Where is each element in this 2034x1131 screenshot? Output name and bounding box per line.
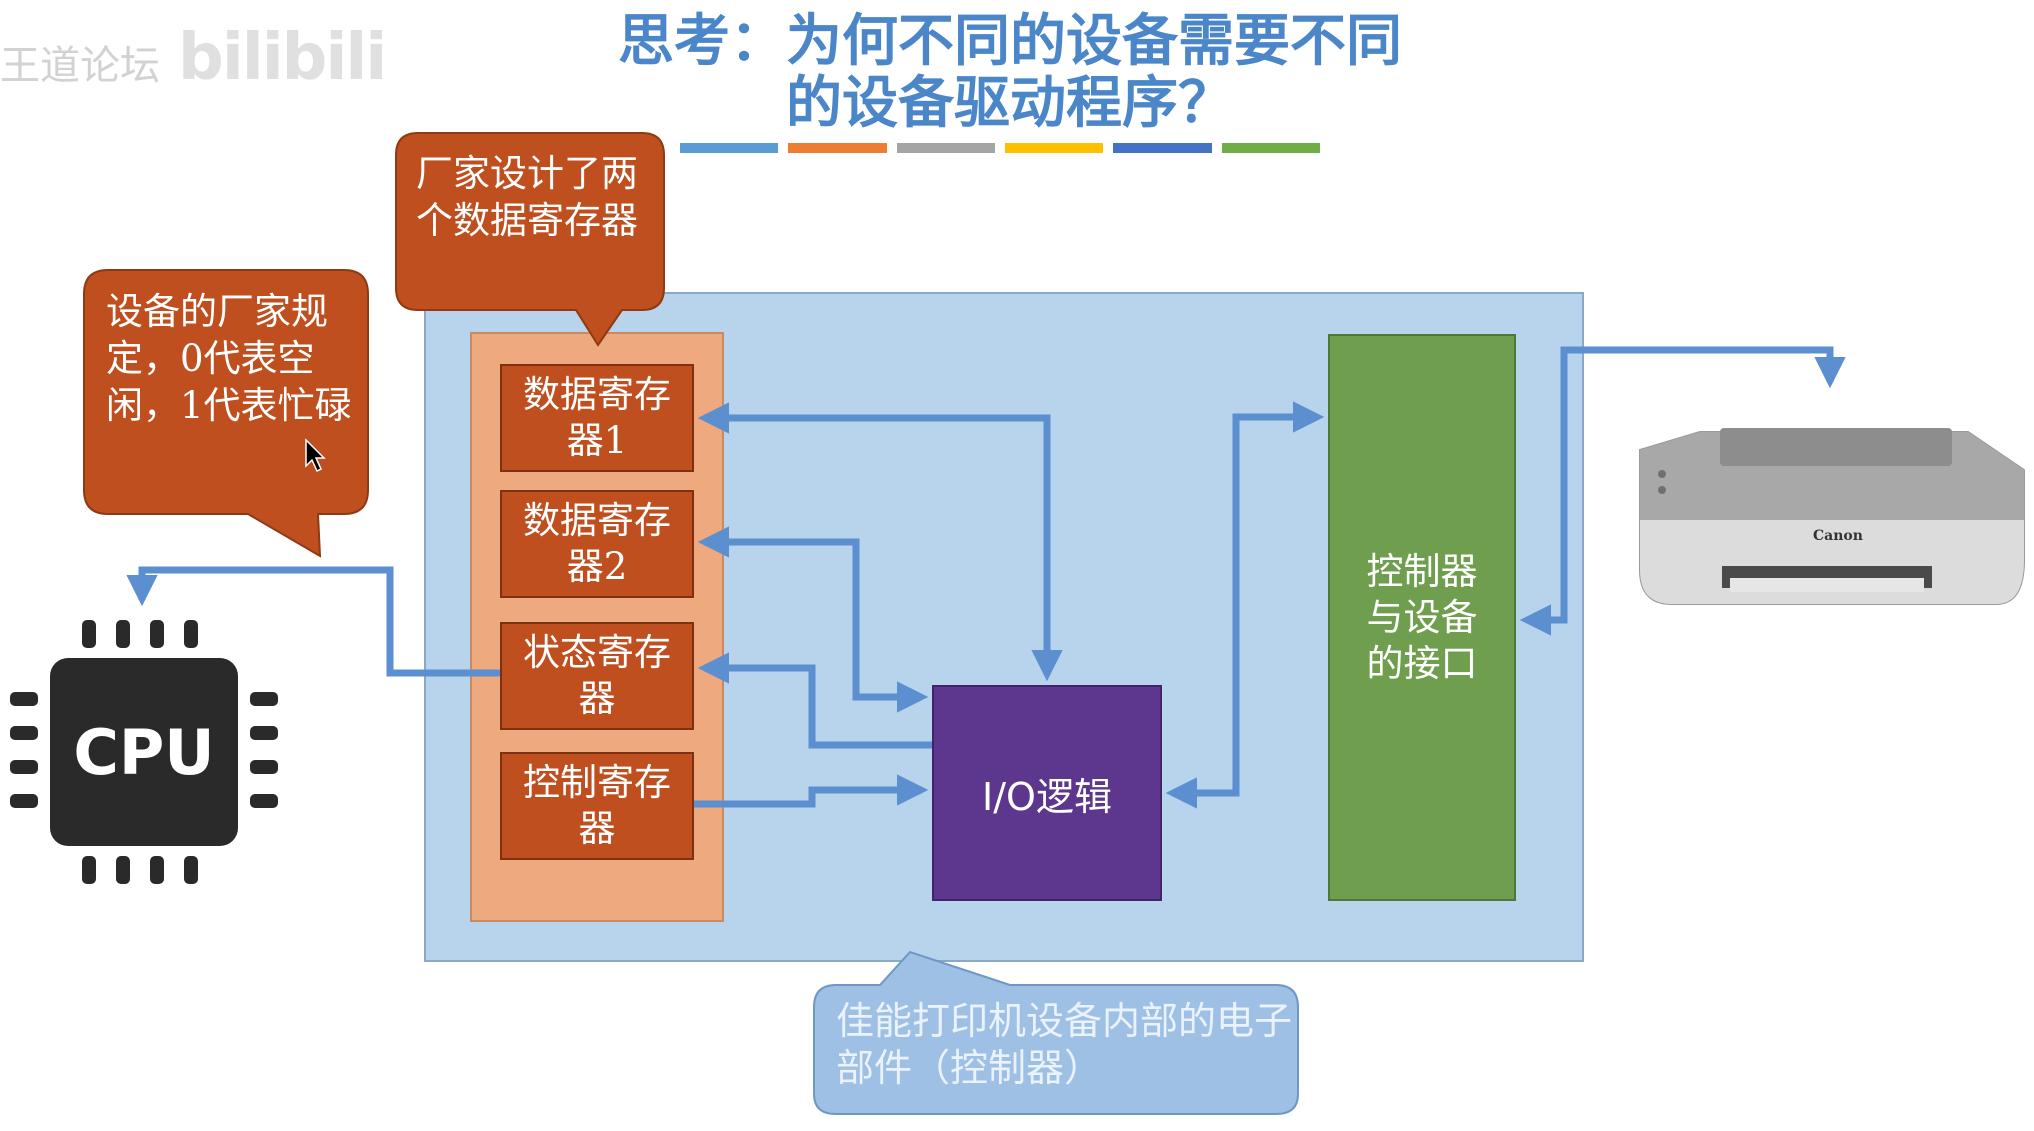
callout-status-text: 设备的厂家规定，0代表空闲，1代表忙碌	[106, 290, 352, 427]
printer-brand-label: Canon	[1813, 528, 1863, 544]
cpu-label: CPU	[73, 715, 215, 789]
arrow-io-data-register-1	[697, 402, 1063, 682]
arrow-io-status-register	[697, 652, 932, 749]
slide: 王道论坛 bilibili 思考：为何不同的设备需要不同 的设备驱动程序？ 数据寄…	[0, 0, 2034, 1131]
arrow-control-register-io	[694, 774, 929, 808]
callout-registers-text: 厂家设计了两个数据寄存器	[416, 152, 638, 242]
diagram-shapes	[10, 132, 2025, 1115]
printer-illustration	[1639, 428, 2025, 605]
callout-controller-text: 佳能打印机设备内部的电子部件（控制器）	[836, 999, 1293, 1090]
arrow-io-device-interface	[1165, 401, 1325, 809]
